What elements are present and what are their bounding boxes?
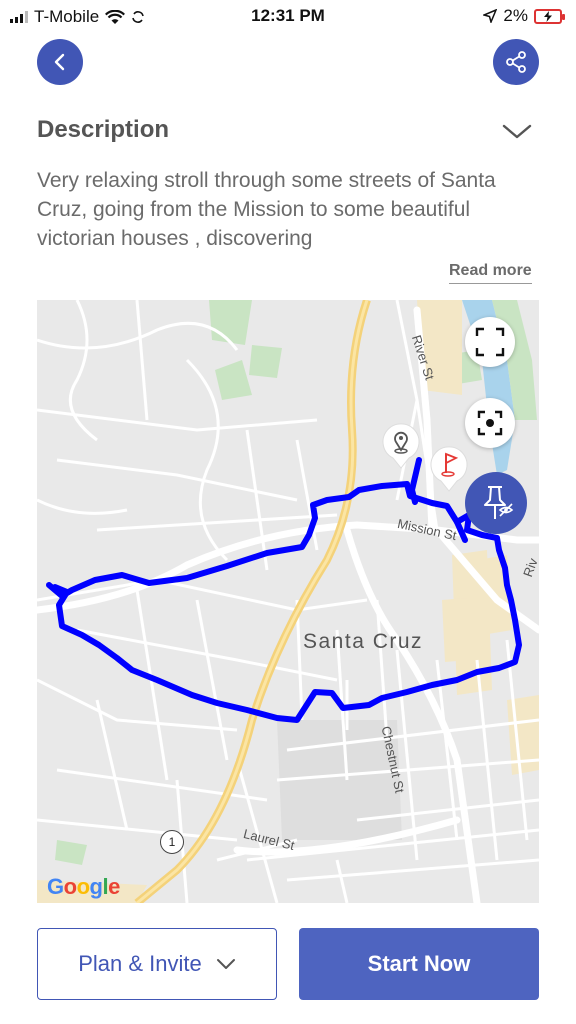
map-base — [37, 300, 539, 903]
status-bar: T-Mobile 12:31 PM 2% — [0, 0, 576, 34]
status-right: 2% — [483, 6, 565, 26]
share-icon — [506, 51, 526, 73]
flag-icon — [430, 446, 468, 492]
fullscreen-button[interactable] — [465, 317, 515, 367]
highway-shield: 1 — [160, 830, 184, 854]
focus-target-icon — [477, 410, 503, 436]
fullscreen-icon — [475, 327, 505, 357]
charging-bolt-icon — [544, 10, 552, 22]
chevron-down-icon — [216, 959, 235, 969]
plan-invite-label: Plan & Invite — [78, 951, 202, 976]
start-now-button[interactable]: Start Now — [299, 928, 539, 1000]
start-pin-marker[interactable] — [379, 420, 423, 470]
description-text: Very relaxing stroll through some street… — [37, 169, 496, 250]
chevron-left-icon — [54, 53, 65, 71]
hide-pins-button[interactable] — [465, 472, 527, 534]
recenter-button[interactable] — [465, 398, 515, 448]
location-arrow-icon — [483, 9, 498, 23]
start-now-label: Start Now — [367, 951, 471, 976]
chevron-down-icon[interactable] — [501, 120, 533, 142]
google-attribution: Google — [47, 874, 120, 899]
back-button[interactable] — [37, 39, 83, 85]
battery-percent: 2% — [503, 6, 528, 25]
finish-flag-marker[interactable] — [427, 443, 471, 493]
battery-icon — [534, 8, 565, 24]
route-map[interactable]: River St Mission St Chestnut St Laurel S… — [37, 300, 539, 903]
location-pin-icon — [382, 423, 420, 469]
description-title: Description — [37, 116, 170, 143]
description-header[interactable]: Description — [37, 112, 539, 148]
plan-invite-button[interactable]: Plan & Invite — [37, 928, 277, 1000]
read-more-link[interactable]: Read more — [449, 262, 532, 284]
city-label: Santa Cruz — [303, 630, 424, 653]
pin-hidden-icon — [484, 486, 514, 519]
share-button[interactable] — [493, 39, 539, 85]
